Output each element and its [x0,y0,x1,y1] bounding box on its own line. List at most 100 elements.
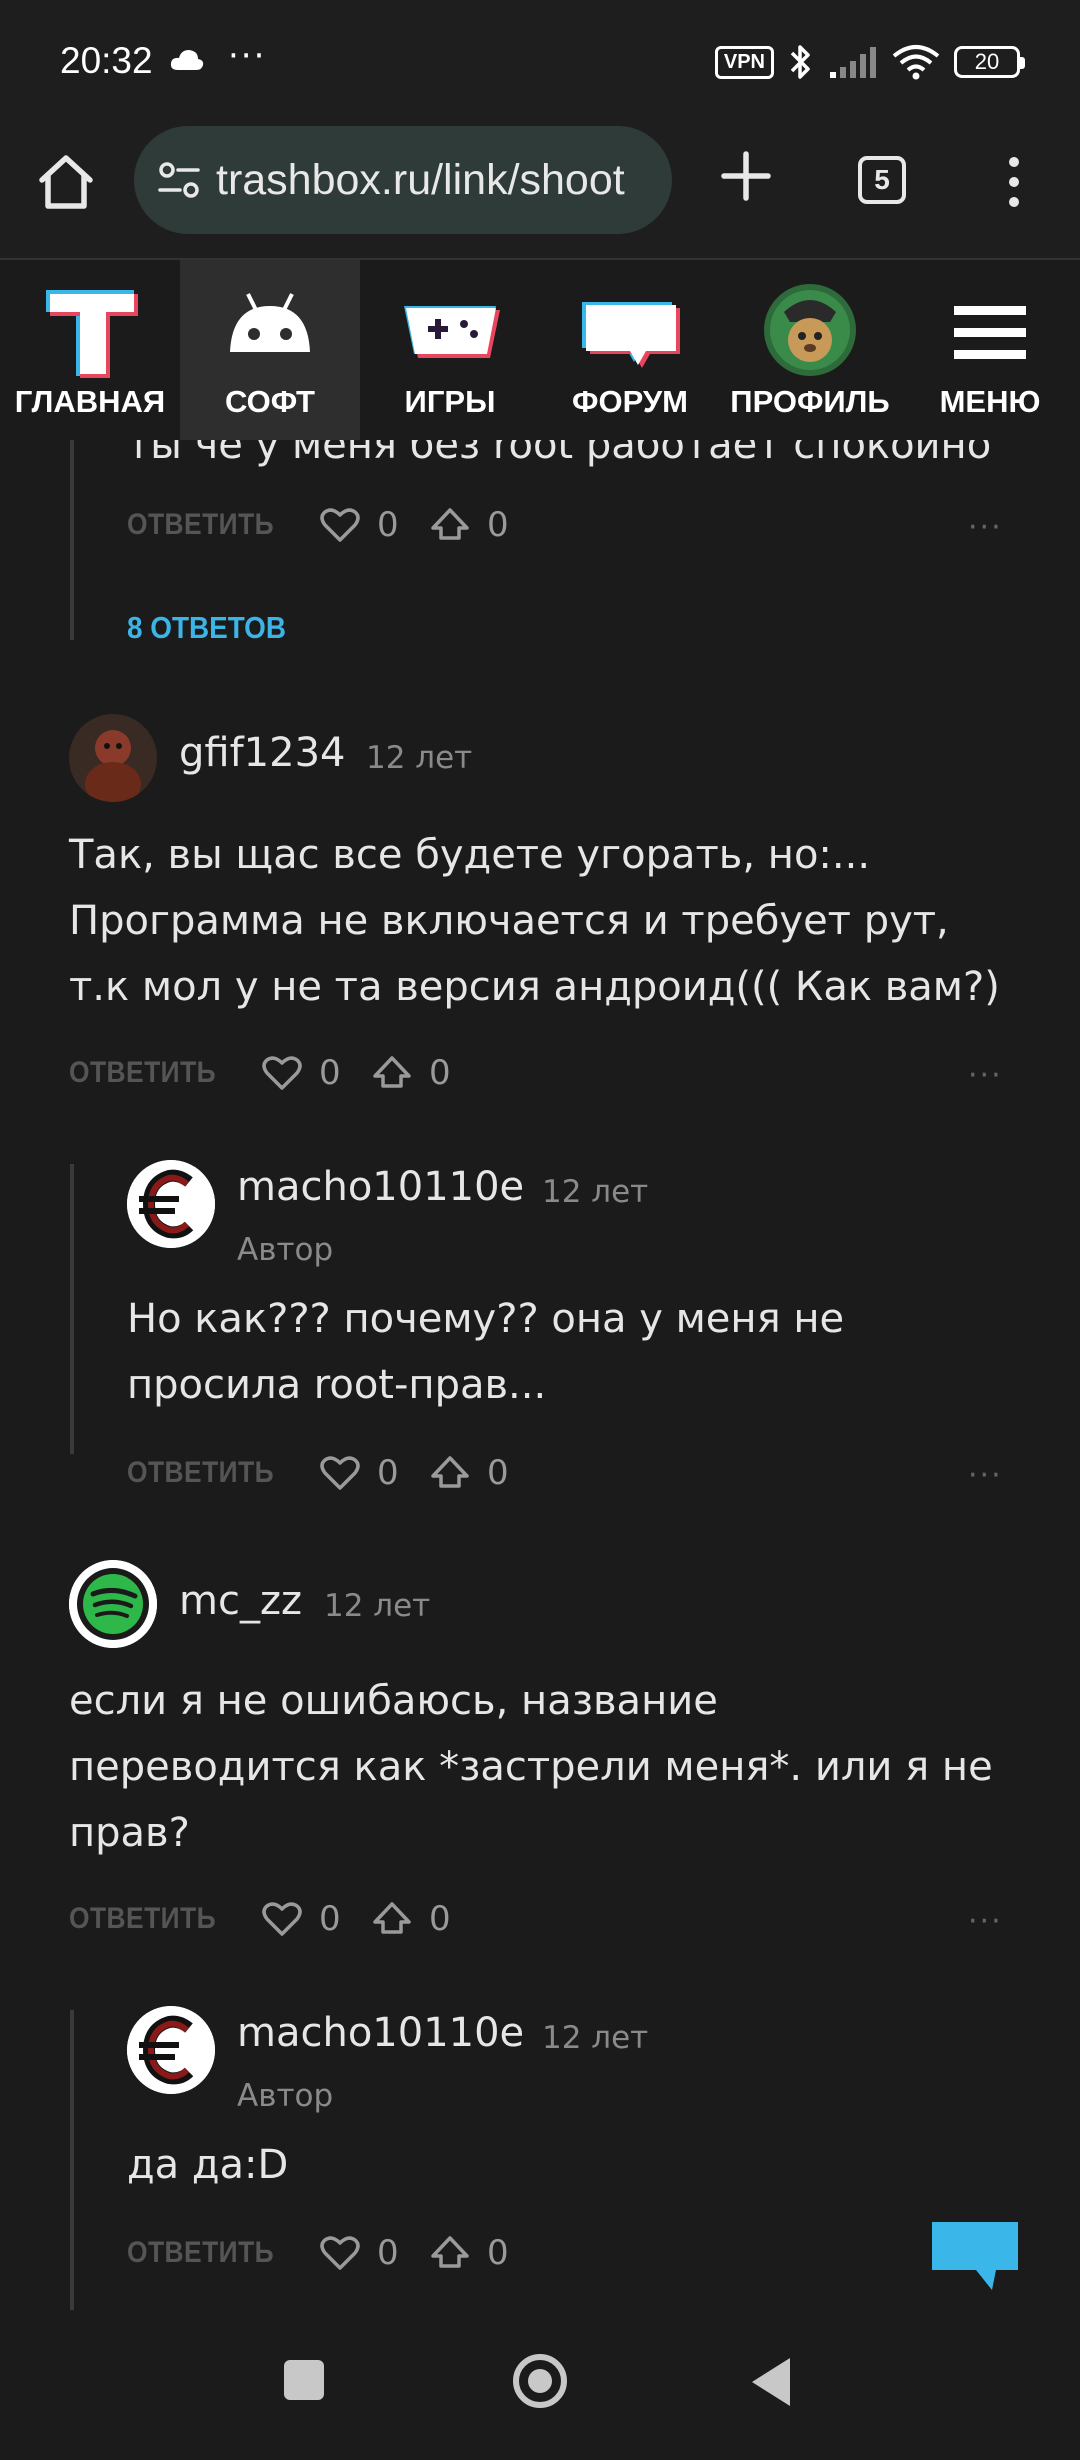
browser-toolbar: trashbox.ru/link/shoot 5 [0,120,1080,260]
author-badge: Автор [237,2078,334,2114]
android-icon [230,293,310,352]
back-button[interactable] [752,2358,790,2406]
downvote-icon[interactable] [371,1052,413,1094]
wifi-icon [892,45,940,80]
username[interactable]: mc_zz [179,1578,302,1624]
comment-actions: ОТВЕТИТЬ 0 0 [69,1894,469,1944]
avatar[interactable] [69,714,157,802]
status-icons: VPN 20 [714,42,1025,82]
like-count: 0 [377,2233,399,2273]
comment-text-line: переводится как *застрели меня*. или я н… [69,1744,993,1790]
comment-time: 12 лет [542,2020,649,2056]
heart-icon[interactable] [319,2232,361,2274]
comment-text-line: просила root-прав... [127,1362,547,1408]
comment-text-line: да да:D [127,2142,289,2188]
dislike-count: 0 [429,1899,451,1939]
status-bar: 20:32 ··· VPN 20 [0,0,1080,120]
avatar[interactable] [127,1160,215,1248]
nav-label-profile: ПРОФИЛЬ [730,384,890,419]
nav-label-forum: ФОРУМ [572,384,688,419]
heart-icon[interactable] [261,1052,303,1094]
new-tab-icon[interactable] [716,146,776,206]
forum-icon [582,302,680,368]
thread-line [70,2010,74,2310]
like-count: 0 [319,1053,341,1093]
system-navigation-bar [0,2312,1080,2460]
nav-item-menu[interactable]: МЕНЮ [900,260,1080,440]
reply-button[interactable]: ОТВЕТИТЬ [127,2236,285,2270]
euro-avatar-image [127,1160,215,1248]
username[interactable]: macho10110e [237,2010,524,2056]
gamepad-icon [404,306,500,358]
author-badge: Автор [237,1232,334,1268]
comment-time: 12 лет [542,1174,649,1210]
dislike-count: 0 [429,1053,451,1093]
comment-text-line: если я не ошибаюсь, название [69,1678,718,1724]
tab-switcher-button[interactable]: 5 [858,156,906,204]
chat-bubble-icon[interactable] [930,2220,1020,2292]
hamburger-menu-icon [954,306,1026,359]
nav-item-forum[interactable]: ФОРУМ [540,260,720,440]
user-avatar-image [69,714,157,802]
cloud-icon [170,50,204,70]
heart-icon[interactable] [319,1452,361,1494]
status-time: 20:32 [60,40,153,81]
comment-text-line: Программа не включается и требует рут, [69,898,949,944]
nav-label-home: ГЛАВНАЯ [14,384,166,419]
reply-button[interactable]: ОТВЕТИТЬ [69,1056,227,1090]
comment-time: 12 лет [366,740,473,776]
heart-icon[interactable] [261,1898,303,1940]
comment-actions: ОТВЕТИТЬ 0 0 [127,1448,527,1498]
nav-item-games[interactable]: ИГРЫ [360,260,540,440]
nav-label-soft: СОФТ [225,384,315,419]
battery-icon: 20 [954,46,1025,78]
comment-text-line: Но как??? почему?? она у меня не [127,1296,845,1342]
username[interactable]: gfif1234 [179,730,345,776]
spotify-avatar-image [69,1560,157,1648]
comment-text: ты че у меня без root работает спокойно [127,440,992,468]
dislike-count: 0 [487,505,509,545]
more-options-icon[interactable]: ··· [968,510,1003,545]
reply-button[interactable]: ОТВЕТИТЬ [127,508,285,542]
address-bar[interactable]: trashbox.ru/link/shoot [134,126,672,234]
comment-actions: ОТВЕТИТЬ 0 0 [127,2228,527,2278]
recents-button[interactable] [284,2360,324,2400]
reply-button[interactable]: ОТВЕТИТЬ [69,1902,227,1936]
username[interactable]: macho10110e [237,1164,524,1210]
site-navigation: ГЛАВНАЯ СОФТ ИГРЫ ФОРУМ ПРОФИЛЬ МЕНЮ [0,260,1080,440]
nav-item-soft[interactable]: СОФТ [180,260,360,440]
downvote-icon[interactable] [429,504,471,546]
nav-item-home[interactable]: ГЛАВНАЯ [0,260,180,440]
avatar[interactable] [69,1560,157,1648]
comment-actions: ОТВЕТИТЬ 0 0 [127,500,527,550]
comment-time: 12 лет [324,1588,431,1624]
more-menu-icon[interactable] [1000,152,1028,212]
notification-dots: ··· [228,36,267,76]
answers-link[interactable]: 8 ОТВЕТОВ [127,610,286,646]
avatar[interactable] [127,2006,215,2094]
like-count: 0 [319,1899,341,1939]
more-options-icon[interactable]: ··· [968,1904,1003,1939]
reply-button[interactable]: ОТВЕТИТЬ [127,1456,285,1490]
dislike-count: 0 [487,1453,509,1493]
downvote-icon[interactable] [429,2232,471,2274]
trashbox-logo-icon [46,290,138,378]
vpn-badge: VPN [714,45,774,79]
more-options-icon[interactable]: ··· [968,1058,1003,1093]
thread-line [70,440,74,640]
bluetooth-icon [790,45,810,79]
site-settings-icon[interactable] [156,157,202,203]
comments-section: ты че у меня без root работает спокойно … [0,440,1080,2312]
like-count: 0 [377,1453,399,1493]
nav-item-profile[interactable]: ПРОФИЛЬ [720,260,900,440]
more-options-icon[interactable]: ··· [968,1458,1003,1493]
like-count: 0 [377,505,399,545]
home-button[interactable] [513,2354,567,2408]
url-text[interactable]: trashbox.ru/link/shoot [216,156,625,205]
home-icon[interactable] [34,150,98,214]
downvote-icon[interactable] [371,1898,413,1940]
thread-line [70,1164,74,1454]
downvote-icon[interactable] [429,1452,471,1494]
signal-icon [830,47,876,78]
heart-icon[interactable] [319,504,361,546]
